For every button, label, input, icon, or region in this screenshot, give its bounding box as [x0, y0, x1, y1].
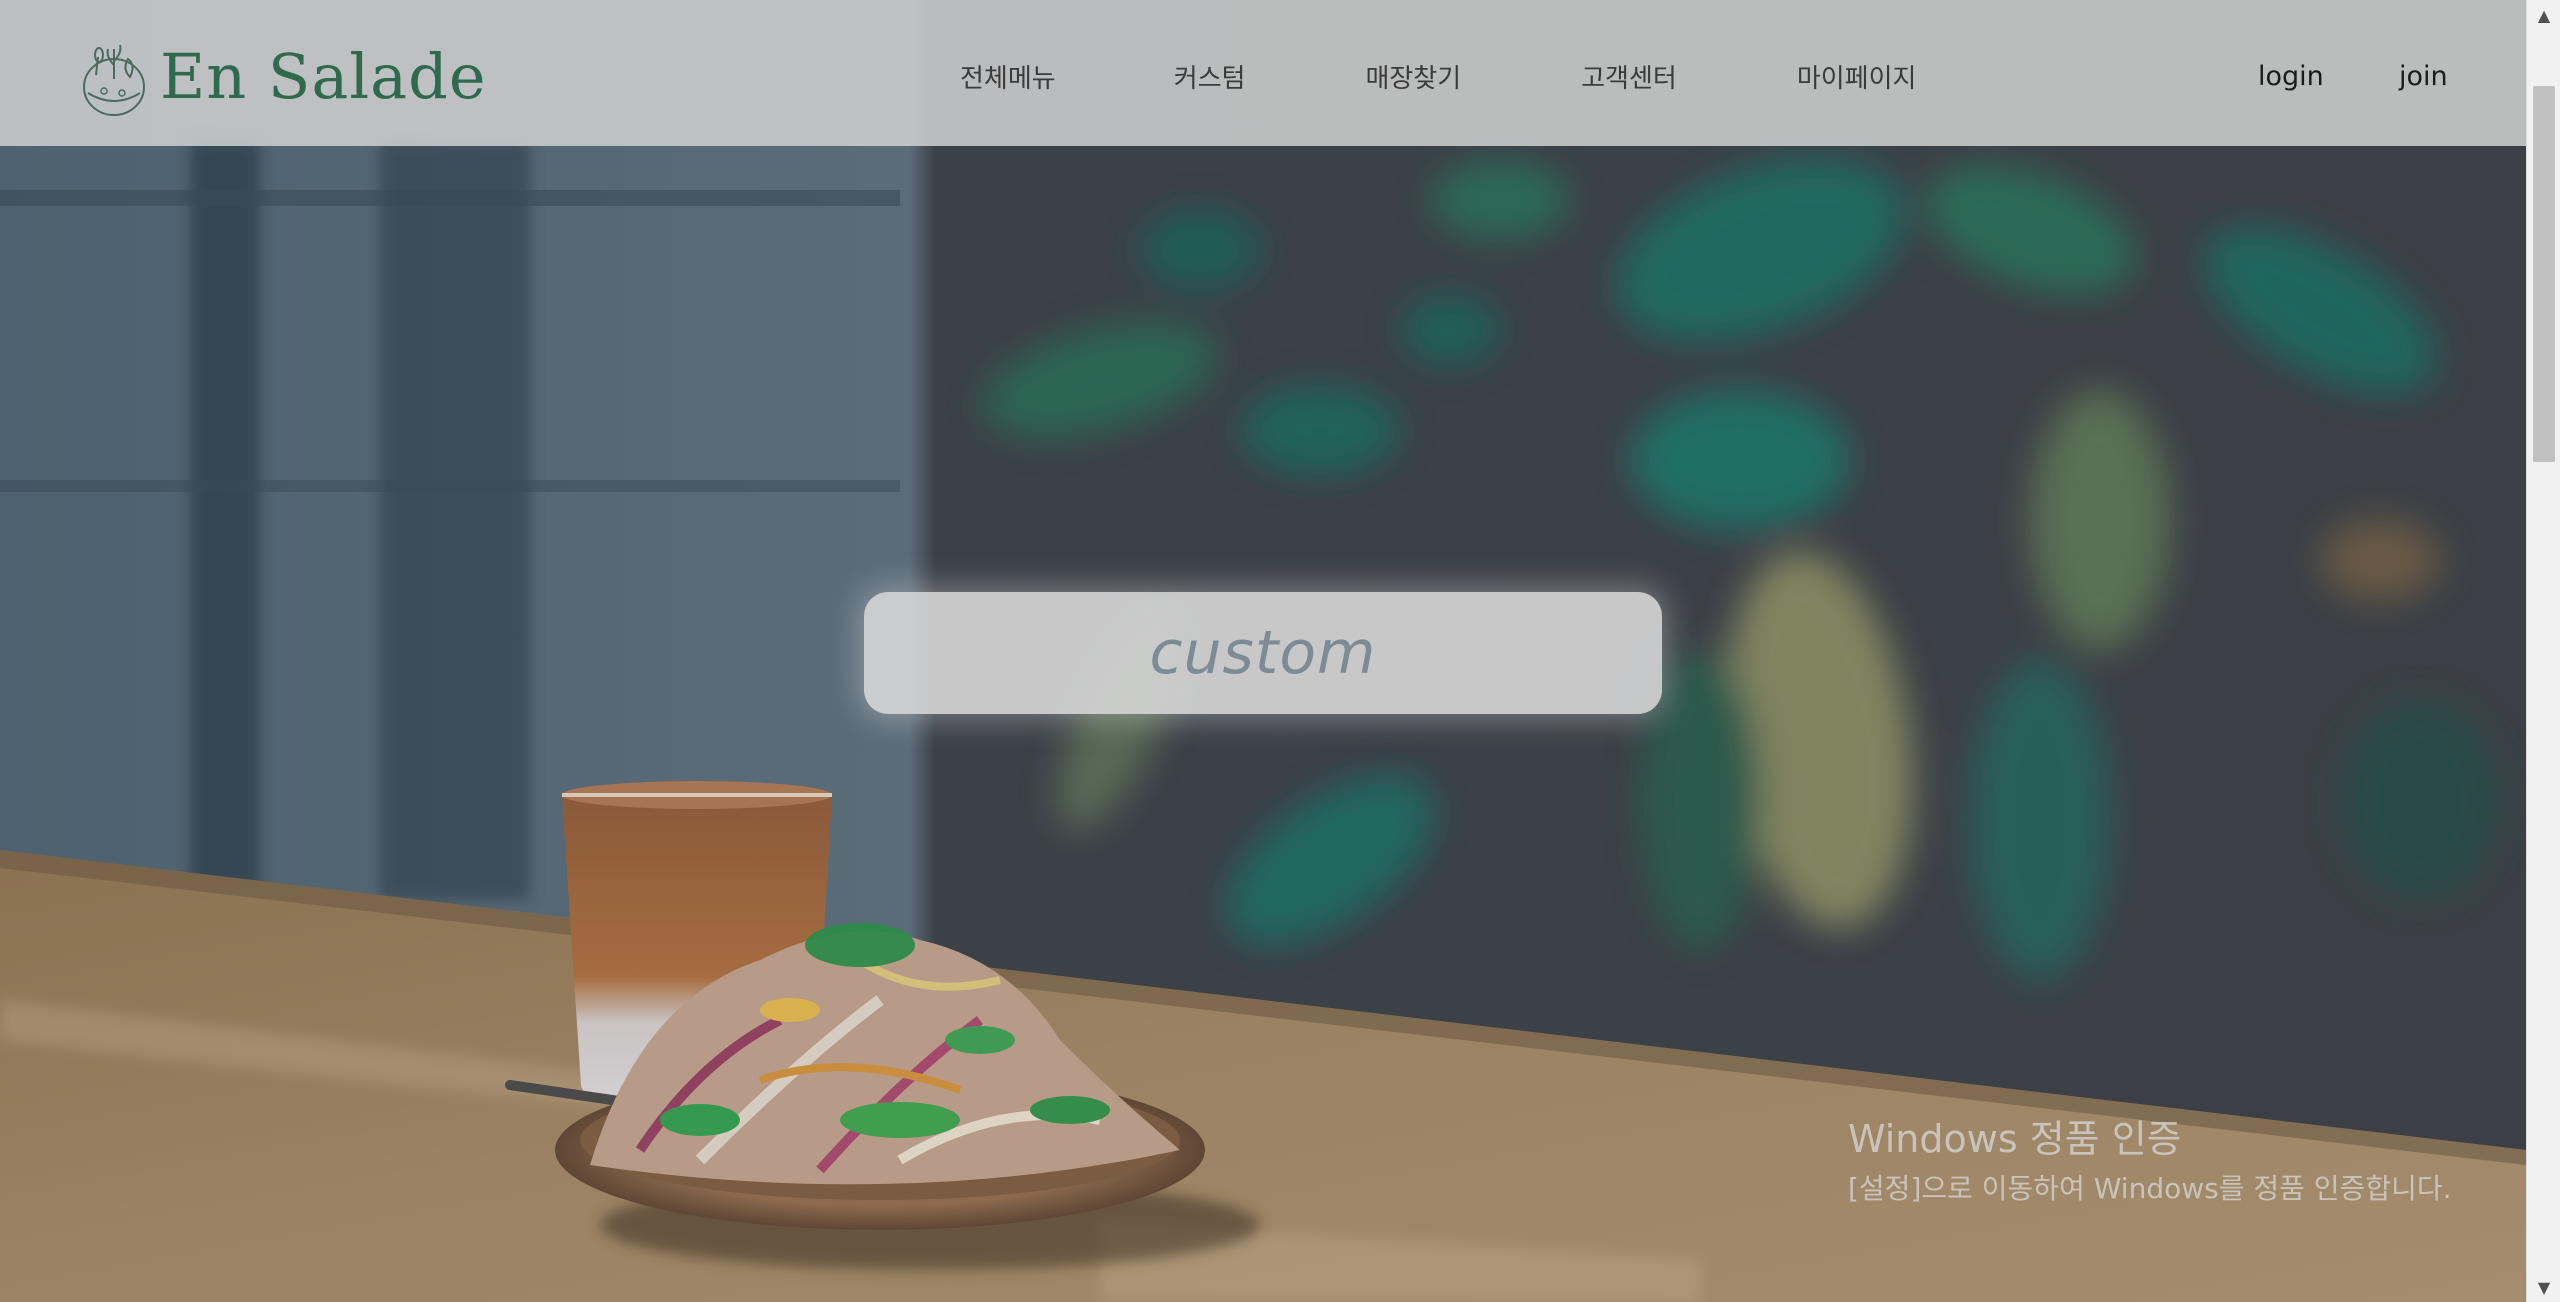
main-nav: 전체메뉴 커스텀 매장찾기 고객센터 마이페이지: [930, 0, 1916, 152]
scroll-up-arrow-icon[interactable]: ▲: [2527, 0, 2560, 30]
custom-cta-button[interactable]: custom: [864, 592, 1662, 714]
nav-item-my-page[interactable]: 마이페이지: [1797, 58, 1917, 95]
site-header: En Salade 전체메뉴 커스텀 매장찾기 고객센터 마이페이지 login…: [0, 0, 2526, 146]
brand-name: En Salade: [160, 40, 487, 113]
nav-item-custom[interactable]: 커스텀: [1174, 58, 1246, 95]
nav-item-customer-center[interactable]: 고객센터: [1581, 58, 1677, 95]
scroll-down-arrow-icon[interactable]: ▼: [2527, 1272, 2560, 1302]
scrollbar-thumb[interactable]: [2533, 86, 2555, 462]
salad-bowl-logo-icon: [83, 44, 145, 116]
watermark-title: Windows 정품 인증: [1848, 1117, 2182, 1161]
nav-item-all-menu[interactable]: 전체메뉴: [960, 58, 1056, 95]
login-link-wrap: login: [2258, 0, 2324, 152]
brand-logo[interactable]: En Salade: [78, 32, 487, 122]
vertical-scrollbar[interactable]: ▲ ▼: [2526, 0, 2560, 1302]
login-link[interactable]: login: [2258, 61, 2324, 92]
watermark-body: [설정]으로 이동하여 Windows를 정품 인증합니다.: [1848, 1172, 2452, 1205]
join-link-wrap: join: [2399, 0, 2448, 152]
windows-activation-watermark: Windows 정품 인증 [설정]으로 이동하여 Windows를 정품 인증…: [1848, 1108, 2488, 1209]
custom-cta-label: custom: [1149, 618, 1377, 688]
join-link[interactable]: join: [2399, 61, 2448, 92]
nav-item-store-finder[interactable]: 매장찾기: [1365, 58, 1461, 95]
